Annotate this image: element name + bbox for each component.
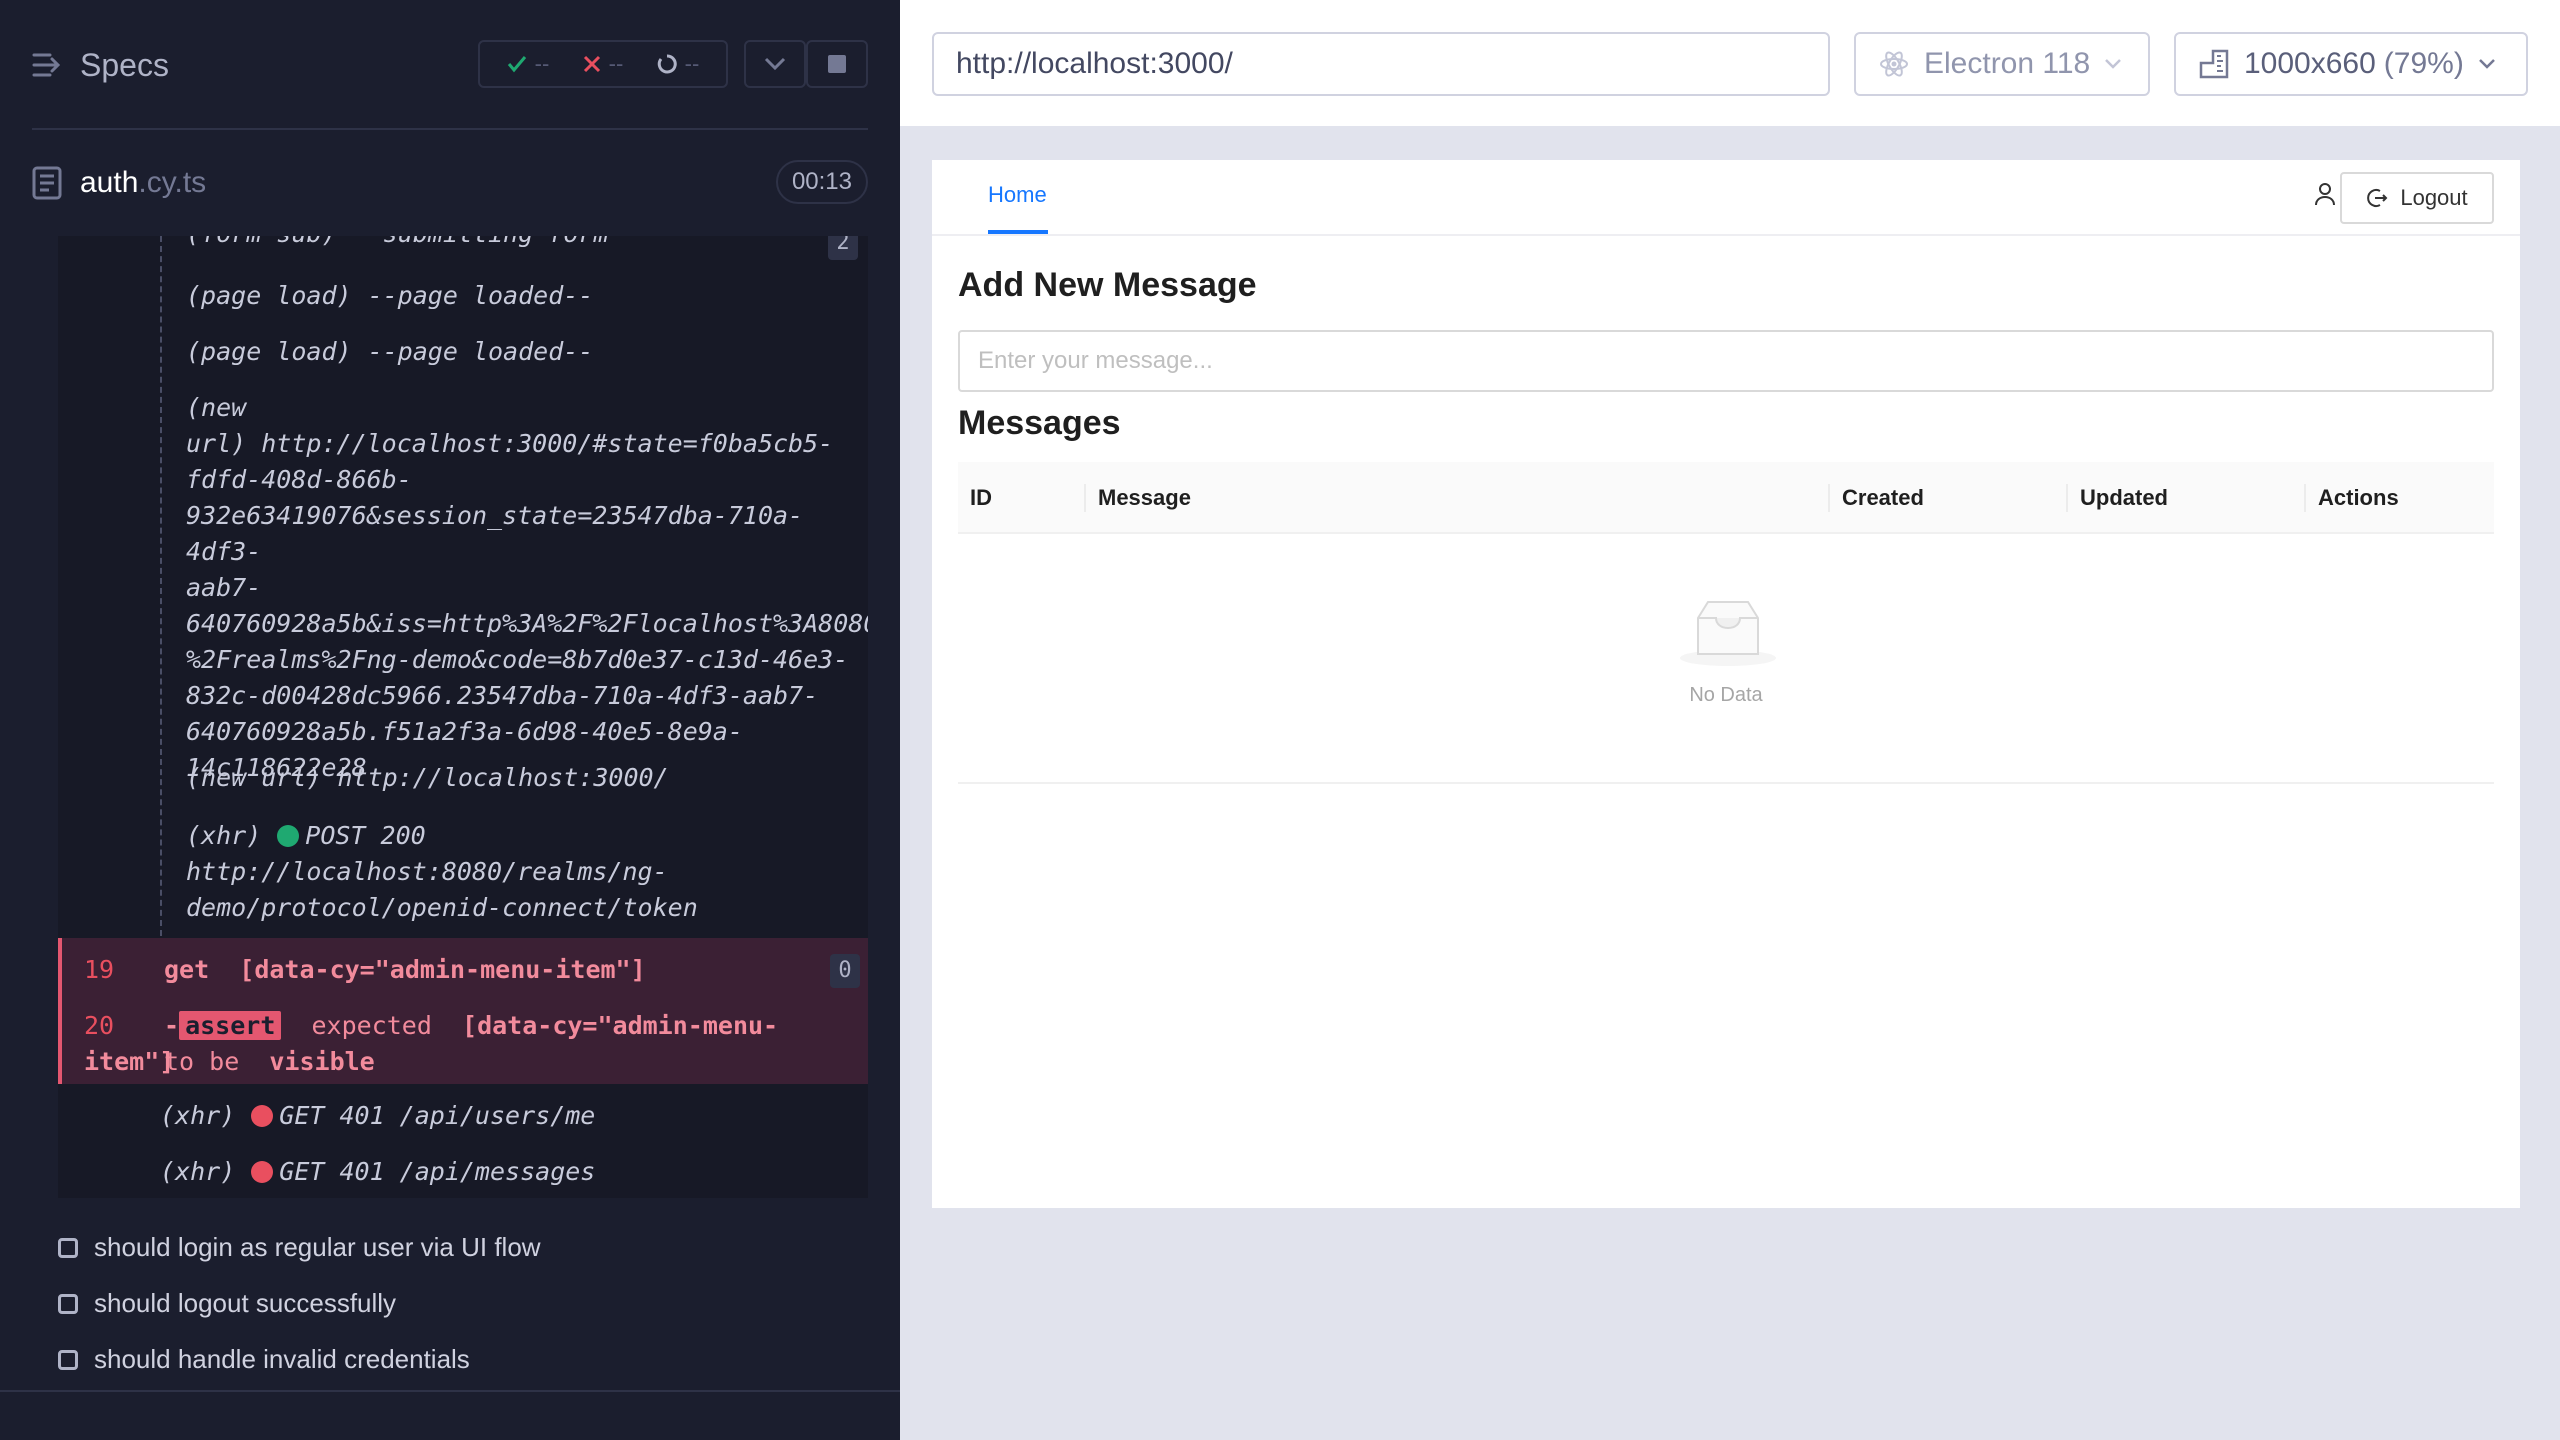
status-dot <box>251 1161 274 1183</box>
specs-list-icon[interactable] <box>32 50 62 80</box>
logout-icon <box>2367 189 2388 207</box>
logout-button[interactable]: Logout <box>2340 172 2494 224</box>
passed-stat: -- <box>507 51 550 77</box>
stop-button[interactable] <box>806 40 868 88</box>
run-stats: -- -- -- <box>478 40 728 88</box>
user-icon[interactable] <box>2314 182 2336 211</box>
log-indent-guide <box>160 236 162 936</box>
reporter-panel: Specs -- -- -- auth.cy.ts 00:13 2 (page … <box>0 0 900 1440</box>
log-entry-new-url[interactable]: (new url) http://localhost:3000/#state=f… <box>186 390 868 786</box>
column-header[interactable]: Created <box>1830 462 1924 534</box>
command-log[interactable]: (form sub)--submitting form-- 2 (page lo… <box>58 236 868 1198</box>
test-item[interactable]: should handle invalid credentials <box>58 1344 470 1375</box>
empty-inbox-icon <box>1680 601 1776 666</box>
failed-count: -- <box>608 51 624 76</box>
test-item[interactable]: should login as regular user via UI flow <box>58 1232 541 1263</box>
failed-command-block[interactable]: 19 get [data-cy="admin-menu-item"] 0 20- a… <box>58 938 868 1084</box>
chevron-down-icon <box>2478 59 2495 69</box>
pending-stat: -- <box>657 51 700 77</box>
pending-count: -- <box>684 51 700 76</box>
table-header: ID Message Created Updated Actions <box>958 462 2494 534</box>
element-count-badge: 0 <box>830 954 860 988</box>
stop-icon <box>828 55 846 73</box>
status-dot <box>251 1105 274 1127</box>
header-divider <box>32 128 868 130</box>
spec-filename: auth.cy.ts <box>80 166 207 199</box>
pending-icon <box>657 54 677 74</box>
add-message-title: Add New Message <box>958 266 1257 304</box>
failed-stat: -- <box>583 51 624 77</box>
specs-title[interactable]: Specs <box>80 47 169 84</box>
message-input[interactable]: Enter your message... <box>958 330 2494 392</box>
column-header[interactable]: ID <box>958 462 992 534</box>
pending-test-icon <box>58 1237 78 1258</box>
log-entry-form-sub[interactable]: (form sub)--submitting form-- <box>186 236 858 252</box>
pending-test-icon <box>58 1293 78 1314</box>
log-entry-new-url[interactable]: (new url) http://localhost:3000/ <box>186 760 858 796</box>
x-icon <box>583 55 600 73</box>
status-dot <box>277 825 300 847</box>
command-assert-cont: to be visible <box>164 1047 375 1076</box>
log-entry-xhr-messages[interactable]: (xhr) GET 401 /api/messages <box>160 1154 832 1190</box>
assert-tag: assert <box>179 1011 282 1040</box>
log-entry-page-load[interactable]: (page load) --page loaded-- <box>186 334 858 370</box>
test-item[interactable]: should logout successfully <box>58 1288 396 1319</box>
nav-home[interactable]: Home <box>988 182 1047 208</box>
log-count-badge: 2 <box>828 236 858 260</box>
column-header[interactable]: Actions <box>2306 462 2399 534</box>
log-entry-xhr-post[interactable]: (xhr) POST 200 http://localhost:8080/real… <box>186 818 858 926</box>
ruler-icon <box>2199 49 2229 79</box>
column-header[interactable]: Message <box>1086 462 1191 534</box>
chevron-down-icon <box>764 57 786 71</box>
app-navbar: Home Logout <box>932 160 2520 236</box>
spec-file-row[interactable]: auth.cy.ts 00:13 <box>32 150 868 216</box>
aut-preview: http://localhost:3000/ Electron 118 1000… <box>900 0 2560 1440</box>
log-entry-xhr-users[interactable]: (xhr) GET 401 /api/users/me <box>160 1098 832 1134</box>
command-get[interactable]: 19 get [data-cy="admin-menu-item"] <box>84 952 646 988</box>
browser-selector[interactable]: Electron 118 <box>1854 32 2150 96</box>
check-icon <box>507 56 526 73</box>
reporter-header: Specs -- -- -- <box>32 30 868 100</box>
chevron-down-icon <box>2105 59 2122 69</box>
column-header[interactable]: Updated <box>2068 462 2168 534</box>
pending-test-icon <box>58 1349 78 1370</box>
spec-duration: 00:13 <box>775 160 868 204</box>
passed-count: -- <box>534 51 550 76</box>
aut-toolbar: http://localhost:3000/ Electron 118 1000… <box>900 0 2560 128</box>
log-entry-page-load[interactable]: (page load) --page loaded-- <box>186 278 858 314</box>
collapse-button[interactable] <box>744 40 806 88</box>
viewport-selector[interactable]: 1000x660 (79%) <box>2174 32 2528 96</box>
document-icon <box>32 166 62 200</box>
empty-state: No Data <box>958 534 2494 784</box>
app-under-test: Home Logout Add New Message Enter your m… <box>932 160 2520 1208</box>
messages-title: Messages <box>958 404 1121 442</box>
footer-divider <box>0 1390 900 1392</box>
url-bar[interactable]: http://localhost:3000/ <box>932 32 1830 96</box>
empty-text: No Data <box>1689 684 1763 706</box>
active-tab-indicator <box>988 230 1048 234</box>
electron-icon <box>1880 51 1908 77</box>
messages-table: ID Message Created Updated Actions No Da… <box>958 462 2494 784</box>
